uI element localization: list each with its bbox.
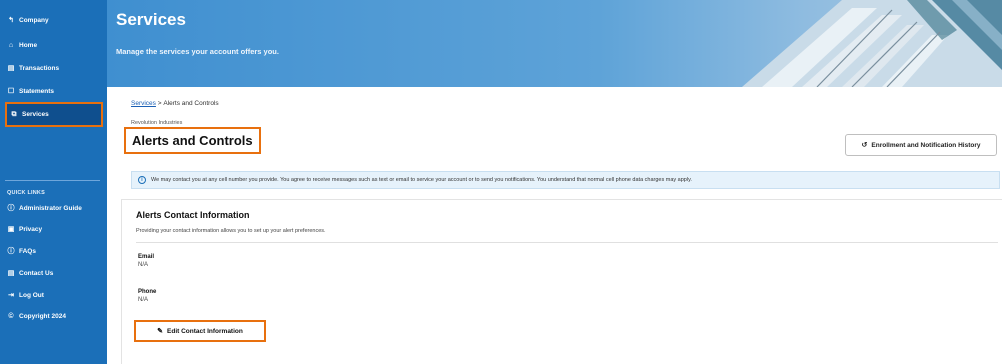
sidebar-item-label: Services <box>22 111 49 118</box>
breadcrumb-current: Alerts and Controls <box>163 100 219 107</box>
contact-card-title: Alerts Contact Information <box>136 210 250 220</box>
company-name: Revolution Industries <box>131 120 183 126</box>
help-circle-icon: ⓘ <box>7 205 15 212</box>
quick-link-log-out[interactable]: ⇥ Log Out <box>0 286 107 304</box>
pencil-icon: ✎ <box>157 328 164 335</box>
statements-icon: ☐ <box>7 88 15 95</box>
edit-contact-button[interactable]: ✎ Edit Contact Information <box>134 320 266 342</box>
quick-link-administrator-guide[interactable]: ⓘ Administrator Guide <box>0 199 107 217</box>
sidebar-divider <box>5 180 100 181</box>
quick-link-label: FAQs <box>19 247 36 255</box>
history-icon: ↺ <box>861 142 868 149</box>
info-notice: i We may contact you at any cell number … <box>131 171 1000 189</box>
sidebar-item-transactions[interactable]: ▤ Transactions <box>0 59 107 77</box>
quick-link-label: Privacy <box>19 225 43 233</box>
edit-contact-label: Edit Contact Information <box>167 327 243 335</box>
sidebar-item-label: Company <box>19 16 49 24</box>
copyright-label: Copyright 2024 <box>19 312 66 320</box>
quick-link-faqs[interactable]: ⓘ FAQs <box>0 242 107 260</box>
sidebar-item-label: Home <box>19 41 38 49</box>
email-label: Email <box>138 254 155 260</box>
quick-link-contact-us[interactable]: ▤ Contact Us <box>0 264 107 282</box>
quick-link-label: Administrator Guide <box>19 204 82 212</box>
contact-icon: ▤ <box>7 270 15 277</box>
logout-icon: ⇥ <box>8 292 14 299</box>
sidebar-item-label: Statements <box>19 87 55 95</box>
quick-link-label: Log Out <box>19 291 44 299</box>
building-illustration <box>742 0 1002 87</box>
back-arrow-icon: ↰ <box>8 17 14 24</box>
contact-card-description: Providing your contact information allow… <box>136 228 326 234</box>
copyright-icon: © <box>8 312 14 320</box>
phone-value: N/A <box>138 297 149 303</box>
sidebar-item-home[interactable]: ⌂ Home <box>0 36 107 54</box>
banner-subtitle: Manage the services your account offers … <box>116 47 279 56</box>
info-notice-text: We may contact you at any cell number yo… <box>151 177 692 183</box>
info-icon: i <box>138 176 146 184</box>
phone-label: Phone <box>138 289 157 295</box>
enrollment-history-button[interactable]: ↺ Enrollment and Notification History <box>845 134 997 156</box>
alerts-contact-card: Alerts Contact Information Providing you… <box>121 199 1002 364</box>
privacy-icon: ▣ <box>7 226 15 233</box>
sidebar-item-company[interactable]: ↰ Company <box>0 11 107 29</box>
page-title: Alerts and Controls <box>124 127 261 154</box>
home-icon: ⌂ <box>8 41 14 49</box>
quick-link-privacy[interactable]: ▣ Privacy <box>0 220 107 238</box>
breadcrumb: Services > Alerts and Controls <box>131 100 219 107</box>
quick-links-heading: QUICK LINKS <box>7 190 45 196</box>
sidebar-item-label: Transactions <box>19 64 60 72</box>
services-icon: ⧉ <box>11 110 17 118</box>
quick-link-label: Contact Us <box>19 269 54 277</box>
email-value: N/A <box>138 262 149 268</box>
page-banner: Services Manage the services your accoun… <box>107 0 1002 87</box>
sidebar-item-services[interactable]: ⧉ Services <box>5 102 103 127</box>
sidebar: ↰ Company ⌂ Home ▤ Transactions ☐ Statem… <box>0 0 107 364</box>
breadcrumb-link-services[interactable]: Services <box>131 100 156 107</box>
transactions-icon: ▤ <box>7 65 15 72</box>
help-circle-icon: ⓘ <box>7 248 15 255</box>
banner-title: Services <box>116 10 186 29</box>
copyright-text: © Copyright 2024 <box>0 307 107 325</box>
card-divider <box>136 242 998 243</box>
enrollment-history-label: Enrollment and Notification History <box>871 141 981 149</box>
sidebar-item-statements[interactable]: ☐ Statements <box>0 82 107 100</box>
breadcrumb-separator: > <box>155 100 164 107</box>
